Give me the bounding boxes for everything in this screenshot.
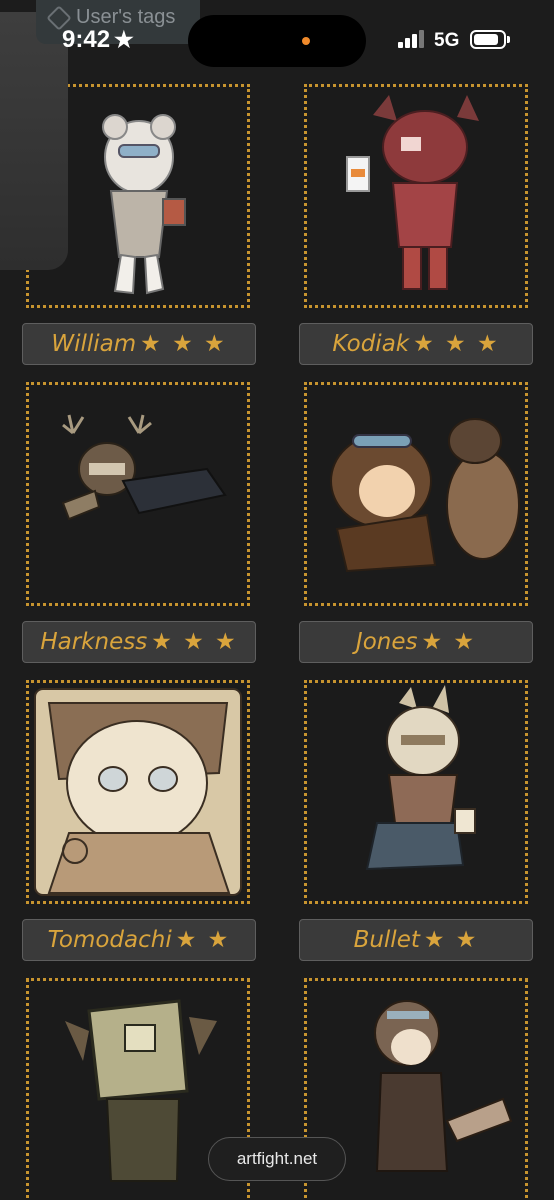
- character-art-kodiak: [346, 95, 479, 290]
- status-time: 9:42 ★: [62, 26, 134, 53]
- recording-indicator-icon: [302, 37, 310, 45]
- character-name: Bullet: [353, 927, 420, 953]
- character-thumbnail-harkness[interactable]: [26, 382, 250, 606]
- star-rating-icon: ★ ★ ★: [151, 629, 238, 655]
- character-label-harkness[interactable]: Harkness ★ ★ ★: [22, 621, 256, 663]
- character-name: Tomodachi: [47, 927, 172, 953]
- star-rating-icon: ★ ★: [175, 927, 231, 953]
- character-name: Jones: [355, 629, 418, 655]
- character-label-tomodachi[interactable]: Tomodachi ★ ★: [22, 919, 256, 961]
- character-art-bullet: [365, 685, 476, 871]
- character-label-kodiak[interactable]: Kodiak ★ ★ ★: [299, 323, 533, 365]
- battery-icon: [470, 30, 510, 49]
- status-bar: 9:42 ★ 5G: [0, 0, 554, 70]
- character-label-bullet[interactable]: Bullet ★ ★: [299, 919, 533, 961]
- character-name: Harkness: [40, 629, 148, 655]
- character-thumbnail-kodiak[interactable]: [304, 84, 528, 308]
- character-label-jones[interactable]: Jones ★ ★: [299, 621, 533, 663]
- character-art-tomodachi: [34, 688, 242, 896]
- star-rating-icon: ★ ★: [423, 927, 479, 953]
- character-label-william[interactable]: William ★ ★ ★: [22, 323, 256, 365]
- site-url-pill[interactable]: artfight.net: [208, 1137, 346, 1181]
- character-thumbnail-bullet[interactable]: [304, 680, 528, 904]
- star-rating-icon: ★ ★ ★: [413, 331, 500, 357]
- character-thumbnail-jones[interactable]: [304, 382, 528, 606]
- dynamic-island: [188, 15, 366, 67]
- focus-star-icon: ★: [114, 27, 134, 52]
- character-name: William: [51, 331, 137, 357]
- character-art-jones: [330, 418, 520, 573]
- star-rating-icon: ★ ★ ★: [140, 331, 227, 357]
- network-type: 5G: [434, 30, 460, 51]
- signal-icon: [398, 30, 426, 48]
- character-name: Kodiak: [332, 331, 410, 357]
- character-art-harkness: [61, 414, 227, 521]
- battery-level: [474, 34, 498, 45]
- character-thumbnail-tomodachi[interactable]: [26, 680, 250, 904]
- star-rating-icon: ★ ★: [421, 629, 477, 655]
